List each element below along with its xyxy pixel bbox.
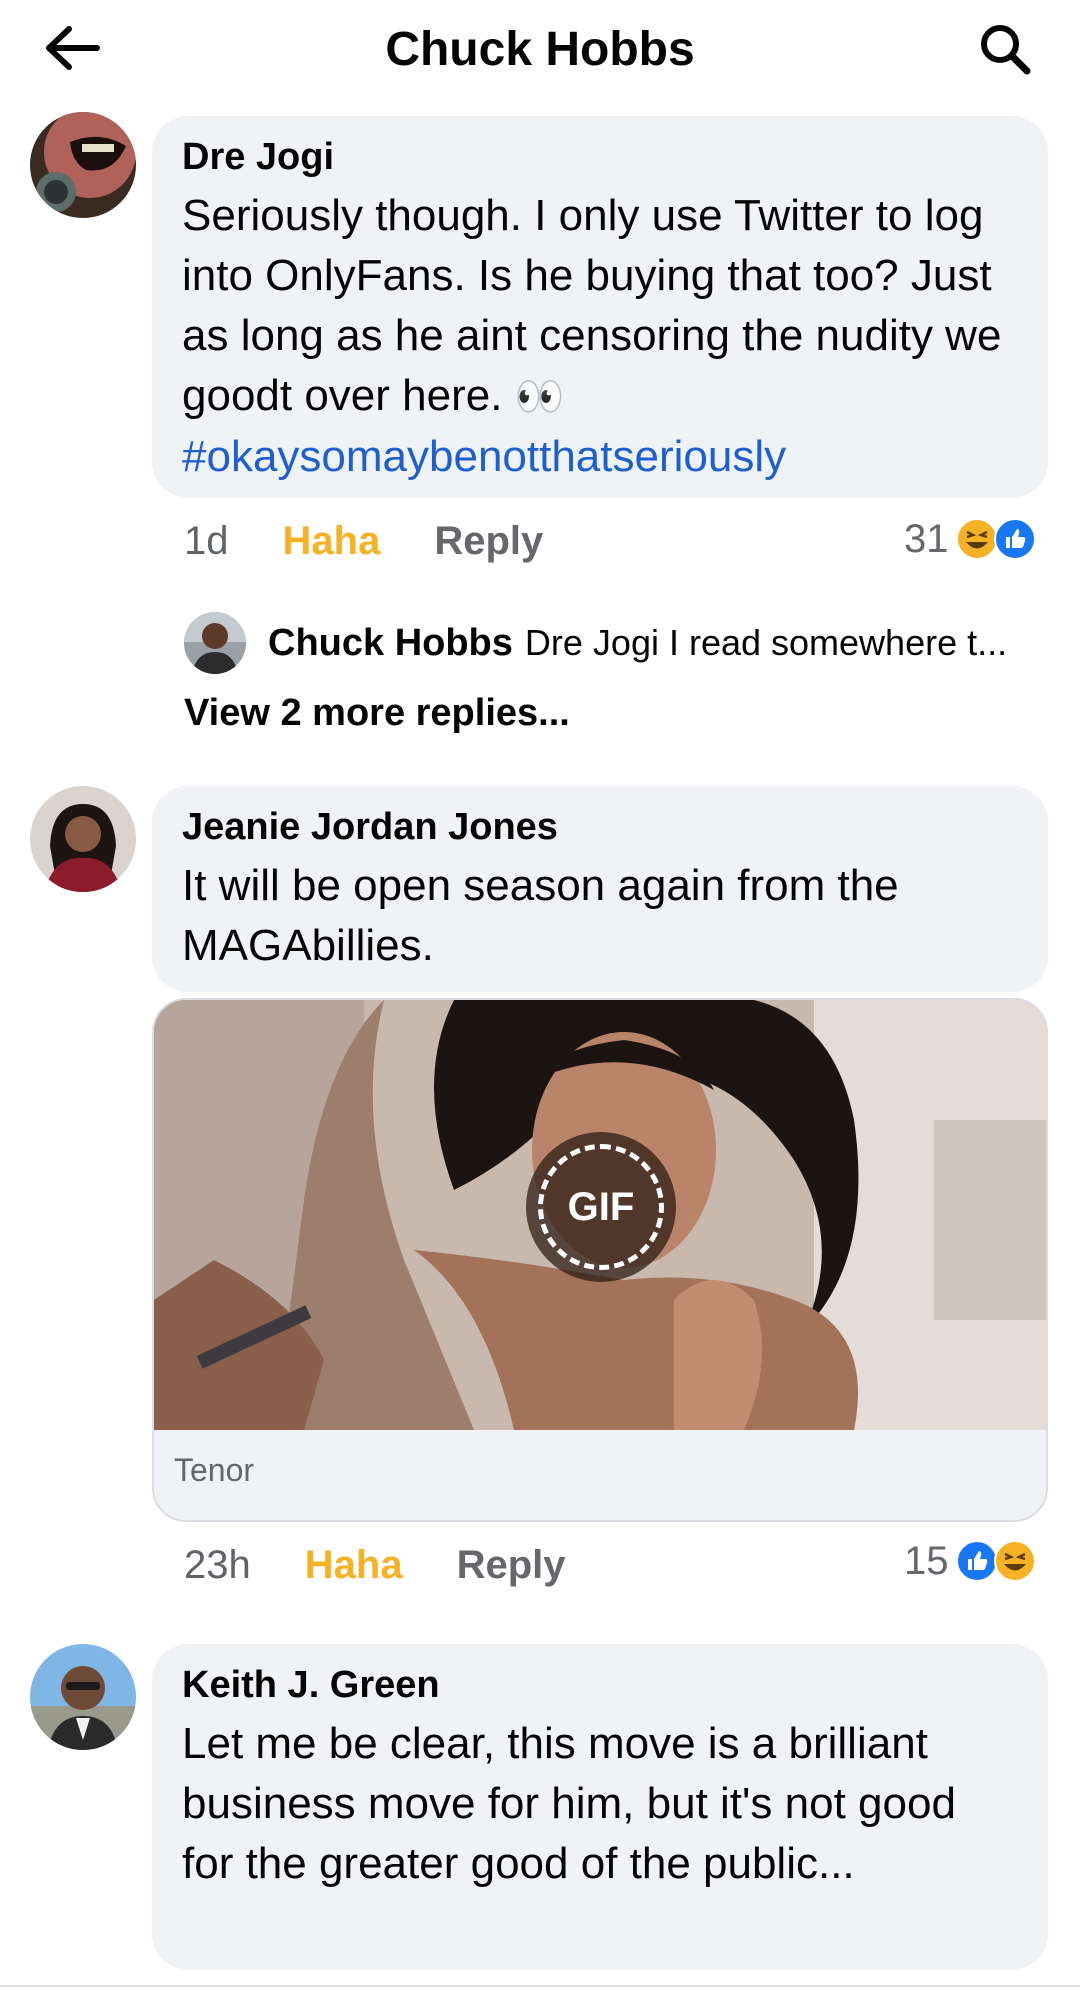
top-bar: Chuck Hobbs (0, 0, 1080, 100)
reaction-count: 31 (904, 516, 949, 561)
reaction-count: 15 (904, 1538, 949, 1583)
reply-avatar[interactable] (184, 612, 246, 674)
hashtag-link[interactable]: #okaysomaybenotthatseriously (182, 432, 786, 481)
eyes-emoji: 👀 (514, 375, 565, 419)
comment-bubble: Dre Jogi Seriously though. I only use Tw… (152, 116, 1048, 498)
reply-button[interactable]: Reply (457, 1543, 566, 1588)
gif-badge-label: GIF (567, 1184, 635, 1229)
page-title: Chuck Hobbs (385, 23, 695, 76)
comment-body: Seriously though. I only use Twitter to … (182, 191, 1002, 420)
avatar[interactable] (30, 1644, 136, 1750)
reply-button[interactable]: Reply (434, 519, 543, 564)
gif-attachment[interactable]: GIF Tenor (152, 998, 1048, 1522)
search-icon (977, 21, 1033, 82)
comment-actions: 1d Haha Reply (184, 516, 543, 566)
reaction-summary[interactable]: 31 (904, 514, 1037, 564)
gif-play-button[interactable]: GIF (526, 1132, 676, 1282)
haha-button[interactable]: Haha (305, 1543, 403, 1588)
divider (0, 1985, 1080, 1987)
gif-source[interactable]: Tenor (174, 1452, 254, 1489)
reply-snippet: Dre Jogi I read somewhere t... (524, 622, 1008, 663)
search-button[interactable] (970, 18, 1040, 84)
comment-text: Seriously though. I only use Twitter to … (182, 186, 1018, 487)
comment-actions: 23h Haha Reply (184, 1540, 566, 1590)
avatar[interactable] (30, 112, 136, 218)
reply-preview[interactable]: Chuck Hobbs Dre Jogi I read somewhere t.… (184, 610, 1054, 676)
comment-author[interactable]: Keith J. Green (182, 1662, 1018, 1708)
haha-button[interactable]: Haha (283, 519, 381, 564)
view-more-replies-link[interactable]: View 2 more replies... (184, 692, 570, 735)
avatar[interactable] (30, 786, 136, 892)
reaction-summary[interactable]: 15 (904, 1536, 1037, 1586)
reply-author[interactable]: Chuck Hobbs (268, 622, 513, 665)
comment-time[interactable]: 1d (184, 519, 229, 564)
gif-image[interactable]: GIF (154, 1000, 1046, 1430)
comment-bubble: Jeanie Jordan Jones It will be open seas… (152, 786, 1048, 992)
haha-icon (993, 1539, 1037, 1583)
like-icon (993, 517, 1037, 561)
comment-author[interactable]: Jeanie Jordan Jones (182, 804, 1018, 850)
comment-bubble: Keith J. Green Let me be clear, this mov… (152, 1644, 1048, 1970)
comment-text: It will be open season again from the MA… (182, 861, 899, 970)
comment-text: Let me be clear, this move is a brillian… (182, 1719, 956, 1888)
comment-time[interactable]: 23h (184, 1543, 251, 1588)
comment-author[interactable]: Dre Jogi (182, 134, 1018, 180)
